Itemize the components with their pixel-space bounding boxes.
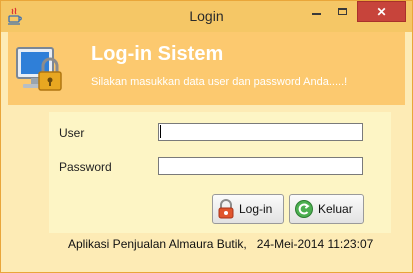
header-banner: Log-in Sistem Silakan masukkan data user… (8, 32, 405, 105)
close-button[interactable]: ✕ (357, 1, 406, 22)
user-input[interactable] (158, 123, 363, 141)
header-subtitle: Silakan masukkan data user dan password … (91, 76, 348, 88)
exit-arrow-icon (295, 200, 313, 218)
password-input[interactable] (158, 157, 363, 175)
title-bar[interactable]: Login ✕ (1, 1, 412, 32)
minimize-icon (311, 13, 321, 15)
maximize-button[interactable] (329, 1, 355, 21)
status-bar-text: Aplikasi Penjualan Almaura Butik, 24-Mei… (68, 237, 374, 251)
login-window: Login ✕ Log-in Sistem Silakan masukkan d… (0, 0, 413, 273)
login-button[interactable]: Log-in (212, 194, 284, 224)
exit-button-label: Keluar (318, 202, 353, 216)
login-form-panel: User Password Log-in Keluar (49, 112, 391, 233)
minimize-button[interactable] (303, 1, 329, 21)
close-icon: ✕ (376, 4, 387, 19)
computer-lock-icon (14, 42, 72, 100)
password-label: Password (59, 160, 112, 174)
text-caret (160, 125, 161, 138)
exit-button[interactable]: Keluar (289, 194, 364, 224)
lock-icon (218, 199, 234, 219)
maximize-icon (337, 7, 347, 15)
user-label: User (59, 126, 85, 140)
header-title: Log-in Sistem (91, 43, 224, 65)
login-button-label: Log-in (239, 202, 273, 216)
